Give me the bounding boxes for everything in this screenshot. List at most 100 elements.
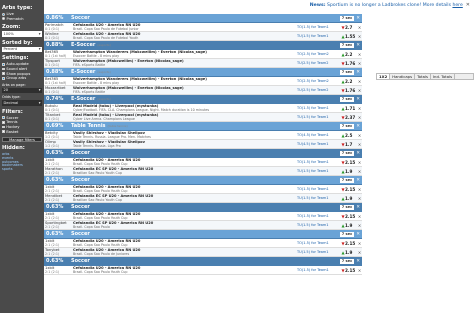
setting-group-arbs[interactable]: Group arbs — [2, 76, 42, 81]
tab-1x2[interactable]: 1X2 — [377, 74, 391, 79]
hide-arb-icon[interactable]: ✕ — [356, 232, 360, 237]
event-cell[interactable]: Real Madrid (tobu) - Liverpool (mystunka… — [71, 104, 297, 112]
event-cell[interactable]: Vasily Shirshov - Vladislav Shelipov Tabl… — [71, 131, 297, 139]
hide-outcome-icon[interactable]: ✕ — [357, 194, 362, 202]
arb-group-header[interactable]: 0.74% E-Soccer (esports) 7 sec ✕ — [44, 95, 362, 104]
news-link[interactable]: here — [452, 3, 462, 8]
event-cell[interactable]: Cefalandia U20 - America RN U20 Brazil. C… — [71, 158, 297, 166]
hide-outcome-icon[interactable]: ✕ — [357, 23, 362, 31]
bookmaker-cell[interactable]: Mendibet 2:1 (2:1) — [44, 194, 71, 202]
hide-outcome-icon[interactable]: ✕ — [357, 50, 362, 58]
hide-outcome-icon[interactable]: ✕ — [357, 104, 362, 112]
bookmaker-cell[interactable]: Bukulu 0:1 (0:1) — [44, 104, 71, 112]
zoom-select[interactable]: 100% ▾ — [2, 31, 42, 37]
hide-outcome-icon[interactable]: ✕ — [357, 221, 362, 229]
arb-row[interactable]: Bukulu 0:1 (0:1) Real Madrid (tobu) - Live… — [44, 104, 362, 113]
odds-value[interactable]: 1.76 — [345, 86, 357, 94]
bookmaker-cell[interactable]: Tonybet 2:1 (2:1) — [44, 248, 71, 256]
arb-row[interactable]: Tonybet 2:1 (2:1) Cefalandia U20 - America… — [44, 248, 362, 257]
filter-basket[interactable]: Basket — [2, 129, 42, 134]
arb-row[interactable]: 1xbit 2:1 (2:1) Cefalandia U20 - America R… — [44, 212, 362, 221]
odds-value[interactable]: 1.7 — [345, 140, 357, 148]
hide-arb-icon[interactable]: ✕ — [356, 97, 360, 102]
odds-value[interactable]: 2.15 — [345, 212, 357, 220]
bookmaker-cell[interactable]: Parimatch 0:1 (0:1) — [44, 23, 71, 31]
arb-row[interactable]: Bet365 0:1 (1st half) Wolverhampton Wander… — [44, 77, 362, 86]
sorted-select[interactable]: Percent ▾ — [2, 46, 42, 53]
hide-arb-icon[interactable]: ✕ — [356, 178, 360, 183]
hide-outcome-icon[interactable]: ✕ — [357, 113, 362, 121]
hide-outcome-icon[interactable]: ✕ — [357, 248, 362, 256]
tab-handicaps[interactable]: Handicaps — [390, 74, 416, 79]
odds-value[interactable]: 2.5 — [345, 131, 357, 139]
arb-row[interactable]: Mozzartbet 0:1 (0:1) Wolverhampton (Makcwe… — [44, 86, 362, 95]
event-cell[interactable]: Cefalandia U20 - America RN U20 Brazil. C… — [71, 248, 297, 256]
odds-value[interactable]: 1.9 — [345, 167, 357, 175]
arb-group-header[interactable]: 0.63% Soccer 7 sec ✕ — [44, 230, 362, 239]
event-cell[interactable]: Cefalandia U20 - America RN U20 Brazil. C… — [71, 212, 297, 220]
hide-outcome-icon[interactable]: ✕ — [357, 212, 362, 220]
hide-arb-icon[interactable]: ✕ — [356, 151, 360, 156]
hide-arb-icon[interactable]: ✕ — [356, 16, 360, 21]
event-cell[interactable]: Cefalandia U20 - America RN U20 Brazil. C… — [71, 23, 297, 31]
bookmaker-cell[interactable]: Sportingbet 2:1 (2:1) — [44, 221, 71, 229]
bookmaker-cell[interactable]: 1xbit 2:1 (2:1) — [44, 185, 71, 193]
odds-value[interactable]: 2.2 — [345, 50, 357, 58]
bookmaker-cell[interactable]: Olimp 1:2 (0:1) — [44, 140, 71, 148]
odds-value[interactable]: 2.37 — [345, 113, 357, 121]
arb-group-header[interactable]: 0.63% Soccer 7 sec ✕ — [44, 257, 362, 266]
arb-row[interactable]: 1xbit 2:1 (2:1) Cefalandia U20 - America R… — [44, 239, 362, 248]
odds-value[interactable]: 2.15 — [345, 185, 357, 193]
event-cell[interactable]: Wolverhampton Wanderers (Makcwellim) - E… — [71, 50, 297, 58]
arb-row[interactable]: Betcity 1:2 (0:1) Vasily Shirshov - Vladis… — [44, 131, 362, 140]
hide-outcome-icon[interactable]: ✕ — [357, 77, 362, 85]
event-cell[interactable]: Cefalandia U20 - America RN U20 Brazil. C… — [71, 266, 297, 274]
hide-outcome-icon[interactable]: ✕ — [357, 140, 362, 148]
bookmaker-cell[interactable]: Betcity 1:2 (0:1) — [44, 131, 71, 139]
hide-outcome-icon[interactable]: ✕ — [357, 239, 362, 247]
bookmaker-cell[interactable]: Tipsport 0:1 (0:1) — [44, 59, 71, 67]
arb-row[interactable]: Winline 0:1 (0:1) Cefalandia U20 - America… — [44, 32, 362, 41]
manage-filters-button[interactable]: Manage filters — [2, 136, 42, 142]
bookmaker-cell[interactable]: 1xbit 2:1 (2:1) — [44, 212, 71, 220]
event-cell[interactable]: Wolverhampton (Makcwellim) - Everton (Ni… — [71, 86, 297, 94]
odds-value[interactable]: 2.7 — [345, 23, 357, 31]
arb-group-header[interactable]: 0.63% Soccer 7 sec ✕ — [44, 149, 362, 158]
bookmaker-cell[interactable]: Marathon 2:1 (2:1) — [44, 167, 71, 175]
arb-group-header[interactable]: 0.88% E-Soccer (esports) 7 sec ✕ — [44, 68, 362, 77]
event-cell[interactable]: Wolverhampton (Makcwellim) - Everton (Ni… — [71, 59, 297, 67]
hide-arb-icon[interactable]: ✕ — [356, 43, 360, 48]
hide-outcome-icon[interactable]: ✕ — [357, 86, 362, 94]
odds-value[interactable]: 1.71 — [345, 104, 357, 112]
arb-row[interactable]: Tipsport 0:1 (0:1) Wolverhampton (Makcwell… — [44, 59, 362, 68]
arbs-type-prematch-radio[interactable]: Prematch — [2, 17, 42, 22]
arb-row[interactable]: Marathon 2:1 (2:1) Cefalandia EC SP U20 - … — [44, 167, 362, 176]
arb-group-header[interactable]: 0.88% E-Soccer (esports) 7 sec ✕ — [44, 41, 362, 50]
hide-outcome-icon[interactable]: ✕ — [357, 32, 362, 40]
hide-outcome-icon[interactable]: ✕ — [357, 266, 362, 274]
hide-arb-icon[interactable]: ✕ — [356, 259, 360, 264]
arb-row[interactable]: Parimatch 0:1 (0:1) Cefalandia U20 - Ameri… — [44, 23, 362, 32]
arb-row[interactable]: 1xbit 2:1 (2:1) Cefalandia U20 - America R… — [44, 185, 362, 194]
hide-outcome-icon[interactable]: ✕ — [357, 167, 362, 175]
odds-value[interactable]: 2.15 — [345, 266, 357, 274]
event-cell[interactable]: Cefalandia EC SP U20 - America RN U20 Bra… — [71, 194, 297, 202]
arb-row[interactable]: Olimp 1:2 (0:1) Vasily Shirshov - Vladisla… — [44, 140, 362, 149]
odds-value[interactable]: 1.9 — [345, 221, 357, 229]
odds-value[interactable]: 1.9 — [345, 248, 357, 256]
tab-ind-totals[interactable]: Ind. Totals — [431, 74, 456, 79]
odds-value[interactable]: 1.9 — [345, 194, 357, 202]
arb-row[interactable]: 1xbit 2:1 (2:1) Cefalandia U20 - America R… — [44, 266, 362, 275]
odds-type-select[interactable]: Decimal ▾ — [2, 100, 42, 106]
event-cell[interactable]: Cefalandia U20 - America RN U20 Brazil. C… — [71, 239, 297, 247]
arb-row[interactable]: Bet365 0:1 (1st half) Wolverhampton Wander… — [44, 50, 362, 59]
odds-value[interactable]: 2.15 — [345, 239, 357, 247]
bookmaker-cell[interactable]: 1xbit 2:1 (2:1) — [44, 158, 71, 166]
odds-value[interactable]: 1.76 — [345, 59, 357, 67]
hide-arb-icon[interactable]: ✕ — [356, 205, 360, 210]
bookmaker-cell[interactable]: Mozzartbet 0:1 (0:1) — [44, 86, 71, 94]
bookmaker-cell[interactable]: 1xbit 2:1 (2:1) — [44, 266, 71, 274]
event-cell[interactable]: Wolverhampton Wanderers (Makcwellim) - E… — [71, 77, 297, 85]
arbs-on-page-select[interactable]: 20 ▾ — [2, 87, 42, 94]
odds-value[interactable]: 1.55 — [345, 32, 357, 40]
